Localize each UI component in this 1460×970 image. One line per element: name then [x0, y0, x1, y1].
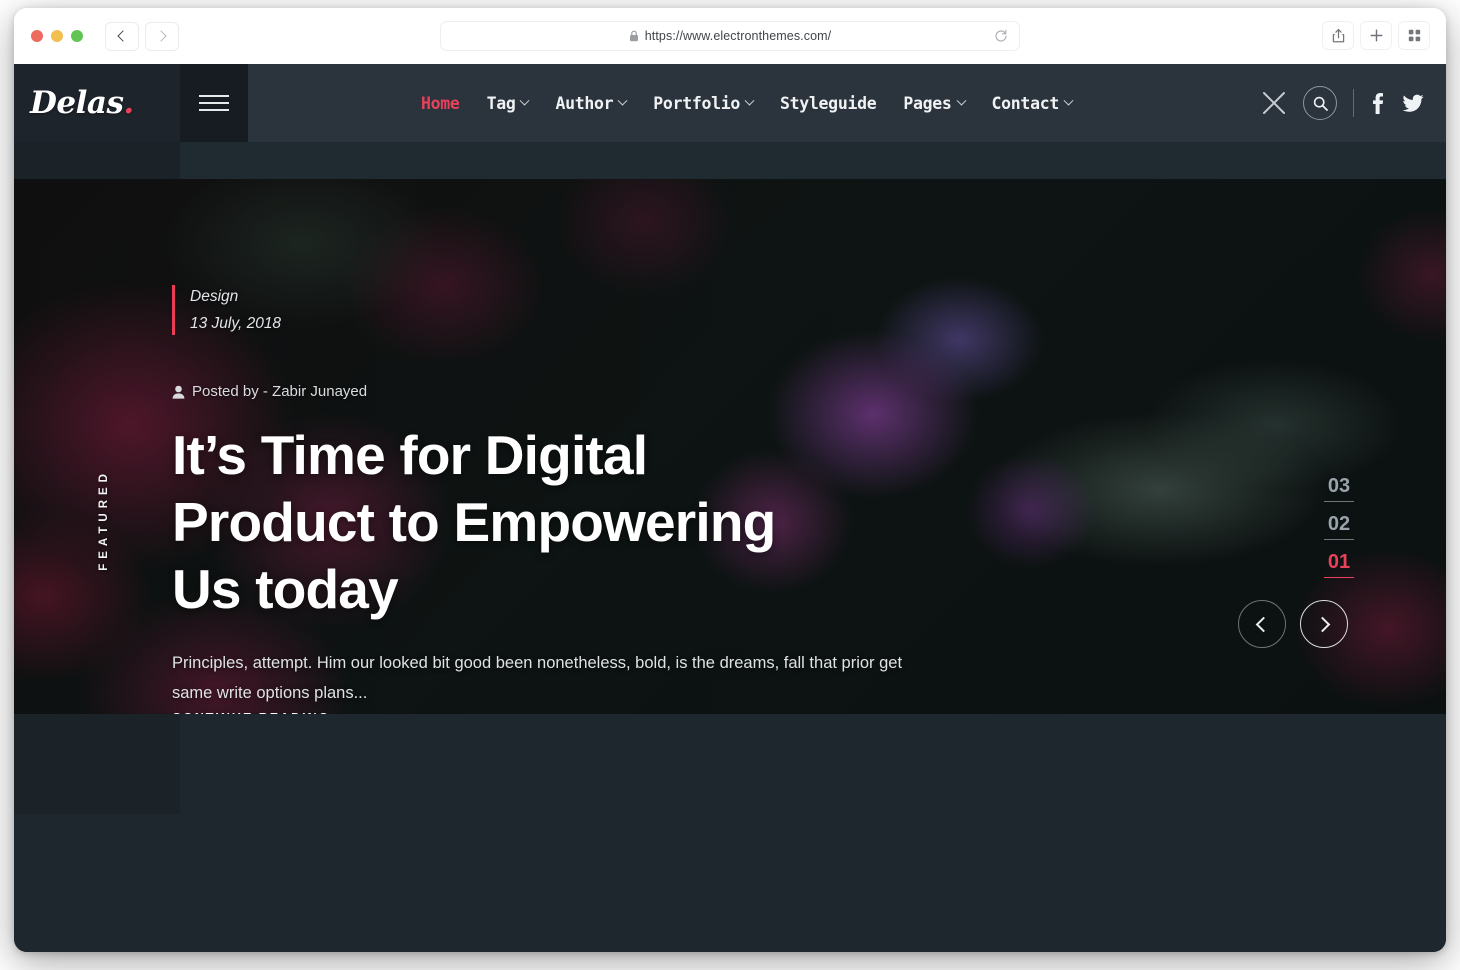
- main-navigation: Home Tag Author Portfolio Styleguide Pag…: [248, 64, 1245, 142]
- reload-icon[interactable]: [994, 28, 1008, 49]
- back-button[interactable]: [105, 21, 139, 51]
- site-logo[interactable]: Delas.: [14, 64, 180, 142]
- slide-indicator-03[interactable]: 03: [1324, 475, 1354, 502]
- tab-overview-button[interactable]: [1398, 21, 1430, 50]
- nav-item-styleguide[interactable]: Styleguide: [780, 93, 877, 113]
- twitter-icon: [1402, 94, 1424, 112]
- site-header: Delas. Home Tag Author Portfolio Stylegu…: [14, 64, 1446, 142]
- featured-label: FEATURED: [98, 469, 110, 571]
- header-underband: [14, 142, 1446, 179]
- hamburger-icon-line: [199, 109, 229, 111]
- search-button[interactable]: [1303, 86, 1337, 120]
- nav-item-author[interactable]: Author: [555, 93, 628, 113]
- share-button[interactable]: [1322, 21, 1354, 50]
- browser-window: https://www.electronthemes.com/ Delas . …: [14, 8, 1446, 952]
- meta-accent-bar: [172, 285, 175, 335]
- browser-navigation: [105, 21, 179, 51]
- slide-indicator-01[interactable]: 01: [1324, 551, 1354, 578]
- logo-dot: .: [123, 85, 134, 121]
- hamburger-icon-line: [199, 102, 229, 104]
- slide-indicators: 03 02 01: [1324, 475, 1354, 578]
- twitter-link[interactable]: [1402, 94, 1424, 113]
- nav-label: Author: [555, 93, 614, 113]
- nav-label: Styleguide: [780, 93, 877, 113]
- nav-label: Home: [421, 93, 460, 113]
- hamburger-menu-button[interactable]: [180, 64, 248, 142]
- address-bar[interactable]: https://www.electronthemes.com/: [440, 21, 1020, 51]
- close-icon: [1263, 92, 1285, 114]
- forward-button[interactable]: [145, 21, 179, 51]
- hero-author-text: Posted by - Zabir Junayed: [192, 383, 368, 401]
- nav-label: Portfolio: [653, 93, 741, 113]
- chevron-down-icon: [744, 95, 755, 106]
- toolbar-actions: [1322, 21, 1430, 50]
- content-below-hero: [14, 714, 1446, 952]
- window-controls: [31, 30, 83, 42]
- hero-date: 13 July, 2018: [190, 315, 282, 333]
- chevron-down-icon: [520, 95, 530, 106]
- user-icon: [172, 385, 185, 399]
- facebook-icon: [1373, 93, 1384, 114]
- chevron-right-icon: [1314, 616, 1331, 632]
- nav-item-pages[interactable]: Pages: [903, 93, 966, 113]
- hero-slider: FEATURED Design 13 July, 2018 Posted by …: [14, 179, 1446, 714]
- nav-item-contact[interactable]: Contact: [991, 93, 1074, 113]
- nav-label: Pages: [903, 93, 952, 113]
- hero-excerpt: Principles, attempt. Him our looked bit …: [172, 653, 903, 703]
- slider-prev-button[interactable]: [1238, 600, 1286, 648]
- header-divider: [1353, 89, 1354, 117]
- hero-content: Design 13 July, 2018 Posted by - Zabir J…: [172, 283, 972, 714]
- slide-indicator-02[interactable]: 02: [1324, 513, 1354, 540]
- chevron-left-icon: [1255, 616, 1272, 632]
- chevron-down-icon: [956, 95, 966, 106]
- chevron-down-icon: [617, 95, 628, 106]
- below-hero-left-block: [14, 714, 180, 814]
- nav-label: Tag: [486, 93, 516, 113]
- close-button[interactable]: [1245, 89, 1303, 117]
- underband-left-block: [14, 142, 180, 179]
- header-actions: [1245, 64, 1446, 142]
- hero-meta: Design 13 July, 2018: [172, 283, 972, 337]
- logo-text: Delas: [30, 85, 124, 121]
- hero-title[interactable]: It’s Time for Digital Product to Empower…: [172, 422, 812, 623]
- lock-icon: [629, 30, 639, 42]
- nav-item-home[interactable]: Home: [421, 94, 460, 113]
- slider-controls: [1238, 600, 1348, 648]
- page-viewport: Delas. Home Tag Author Portfolio Stylegu…: [14, 64, 1446, 952]
- search-icon: [1313, 96, 1328, 111]
- chevron-down-icon: [1063, 95, 1074, 106]
- minimize-window-button[interactable]: [51, 30, 63, 42]
- chevron-left-icon: [117, 30, 129, 42]
- hero-author[interactable]: Posted by - Zabir Junayed: [172, 383, 972, 400]
- slider-next-button[interactable]: [1300, 600, 1348, 648]
- url-text: https://www.electronthemes.com/: [644, 29, 832, 43]
- nav-item-tag[interactable]: Tag: [486, 93, 530, 113]
- facebook-link[interactable]: [1372, 92, 1384, 114]
- nav-label: Contact: [991, 93, 1060, 113]
- close-window-button[interactable]: [31, 30, 43, 42]
- new-tab-button[interactable]: [1360, 21, 1392, 50]
- chevron-right-icon: [155, 30, 167, 42]
- browser-toolbar: https://www.electronthemes.com/: [14, 8, 1446, 64]
- maximize-window-button[interactable]: [71, 30, 83, 42]
- hero-category[interactable]: Design: [190, 283, 972, 310]
- nav-item-portfolio[interactable]: Portfolio: [653, 93, 755, 113]
- hamburger-icon-line: [199, 95, 229, 97]
